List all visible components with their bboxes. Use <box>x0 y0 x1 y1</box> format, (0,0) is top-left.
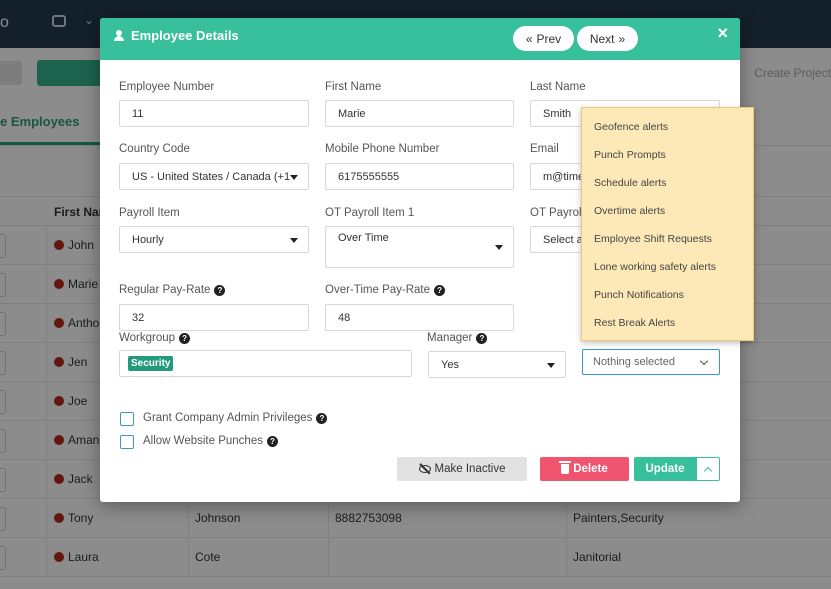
employee-number-input[interactable]: 11 <box>119 100 309 127</box>
prev-label: Prev <box>536 31 562 46</box>
alerts-option[interactable]: Employee Shift Requests <box>582 225 753 253</box>
alerts-option[interactable]: Lone working safety alerts <box>582 253 753 281</box>
caret-down-icon <box>290 238 298 243</box>
country-code-value: US - United States / Canada (+1 <box>132 170 291 183</box>
mobile-phone-label: Mobile Phone Number <box>325 143 440 155</box>
prev-button[interactable]: « Prev <box>513 26 574 51</box>
ot-payroll-item-1-label: OT Payroll Item 1 <box>325 207 415 219</box>
alerts-multiselect[interactable]: Nothing selected <box>582 349 720 375</box>
alerts-value: Nothing selected <box>593 356 675 368</box>
eye-slash-icon <box>418 465 431 473</box>
allow-punches-checkbox[interactable] <box>120 435 134 449</box>
grant-admin-label: Grant Company Admin Privileges ? <box>143 412 328 424</box>
modal-header: Employee Details « Prev Next » × <box>100 18 740 60</box>
alerts-option[interactable]: Rest Break Alerts <box>582 309 753 337</box>
delete-button[interactable]: Delete <box>540 457 629 481</box>
allow-punches-label: Allow Website Punches ? <box>143 435 278 447</box>
alerts-option[interactable]: Overtime alerts <box>582 197 753 225</box>
help-icon[interactable]: ? <box>214 284 226 296</box>
workgroup-text: Workgroup <box>119 332 176 344</box>
country-code-select[interactable]: US - United States / Canada (+1 <box>119 163 309 190</box>
alerts-option[interactable]: Punch Notifications <box>582 281 753 309</box>
ot-payroll-item-2-label: OT Payroll <box>530 207 585 219</box>
update-options-button[interactable] <box>696 457 720 481</box>
make-inactive-button[interactable]: Make Inactive <box>397 457 527 481</box>
manager-value: Yes <box>441 358 459 371</box>
overtime-pay-rate-input[interactable]: 48 <box>325 304 514 331</box>
grant-admin-text: Grant Company Admin Privileges <box>143 412 313 424</box>
alerts-option[interactable]: Geofence alerts <box>582 113 753 141</box>
update-button[interactable]: Update <box>634 457 696 481</box>
grant-admin-checkbox[interactable] <box>120 412 134 426</box>
manager-label: Manager ? <box>427 332 488 344</box>
trash-icon <box>559 461 572 474</box>
regular-pay-rate-label: Regular Pay-Rate ? <box>119 284 226 296</box>
modal-title-text: Employee Details <box>131 28 239 43</box>
help-icon[interactable]: ? <box>179 332 191 344</box>
payroll-item-label: Payroll Item <box>119 207 180 219</box>
first-name-label: First Name <box>325 81 382 93</box>
alerts-option[interactable]: Schedule alerts <box>582 169 753 197</box>
ot-payroll-item-1-select[interactable]: Over Time <box>325 226 514 268</box>
employee-number-label: Employee Number <box>119 81 215 93</box>
workgroup-multiselect[interactable]: Security <box>119 350 412 377</box>
payroll-item-value: Hourly <box>132 233 164 246</box>
caret-down-icon <box>547 363 555 368</box>
caret-down-icon <box>290 175 298 180</box>
allow-punches-text: Allow Website Punches <box>143 435 263 447</box>
help-icon[interactable]: ? <box>316 412 328 424</box>
double-chevron-right-icon: » <box>618 31 626 46</box>
help-icon[interactable]: ? <box>476 332 488 344</box>
overtime-pay-rate-text: Over-Time Pay-Rate <box>325 284 431 296</box>
email-label: Email <box>530 143 559 155</box>
caret-down-icon <box>495 245 503 250</box>
alerts-option[interactable]: Punch Prompts <box>582 141 753 169</box>
workgroup-label: Workgroup ? <box>119 332 191 344</box>
manager-text: Manager <box>427 332 473 344</box>
double-chevron-left-icon: « <box>525 31 533 46</box>
help-icon[interactable]: ? <box>266 435 278 447</box>
next-label: Next <box>589 31 615 46</box>
mobile-phone-input[interactable]: 6175555555 <box>325 163 514 190</box>
make-inactive-label: Make Inactive <box>434 463 506 475</box>
alerts-dropdown: Geofence alerts Punch Prompts Schedule ale… <box>581 107 754 341</box>
close-icon[interactable]: × <box>717 23 728 44</box>
overtime-pay-rate-label: Over-Time Pay-Rate ? <box>325 284 446 296</box>
manager-select[interactable]: Yes <box>428 351 566 378</box>
first-name-input[interactable]: Marie <box>325 100 514 127</box>
ot-payroll-item-1-value: Over Time <box>338 232 389 244</box>
payroll-item-select[interactable]: Hourly <box>119 226 309 253</box>
chevron-up-icon <box>703 466 713 475</box>
regular-pay-rate-input[interactable]: 32 <box>119 304 309 331</box>
workgroup-tag[interactable]: Security <box>128 356 174 371</box>
next-button[interactable]: Next » <box>577 26 638 51</box>
delete-label: Delete <box>573 463 608 475</box>
regular-pay-rate-text: Regular Pay-Rate <box>119 284 211 296</box>
modal-title: Employee Details <box>112 28 239 43</box>
country-code-label: Country Code <box>119 143 190 155</box>
chevron-down-icon <box>699 356 709 366</box>
help-icon[interactable]: ? <box>434 284 446 296</box>
last-name-label: Last Name <box>530 81 586 93</box>
users-icon <box>112 29 126 42</box>
